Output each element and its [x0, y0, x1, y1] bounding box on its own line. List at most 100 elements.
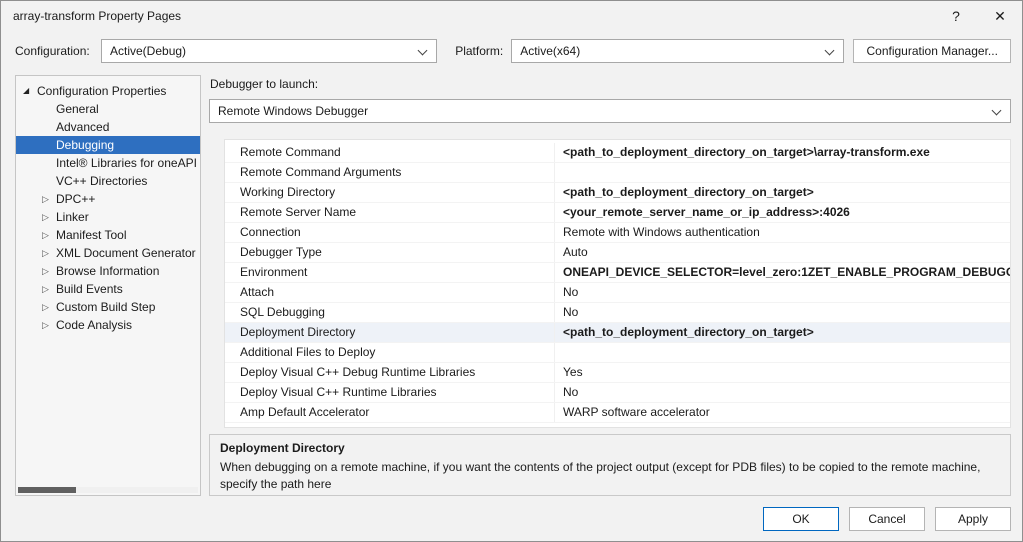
property-name: Additional Files to Deploy [225, 343, 555, 362]
platform-label: Platform: [455, 44, 511, 58]
property-value[interactable]: No [555, 383, 1010, 402]
description-title: Deployment Directory [220, 441, 1000, 455]
property-value[interactable] [555, 343, 1010, 362]
tree-item-label: VC++ Directories [56, 172, 147, 190]
debugger-select-value: Remote Windows Debugger [218, 104, 368, 118]
debugger-to-launch-label: Debugger to launch: [210, 77, 1011, 91]
property-row-deploy-visual-c-runtime-libraries[interactable]: Deploy Visual C++ Runtime Libraries No [225, 383, 1010, 403]
chevron-down-icon [825, 46, 835, 56]
property-name: Remote Server Name [225, 203, 555, 222]
help-button[interactable]: ? [934, 1, 978, 31]
tree-item-browse-information[interactable]: ▷ Browse Information [16, 262, 200, 280]
close-button[interactable]: ✕ [978, 1, 1022, 31]
property-value[interactable]: WARP software accelerator [555, 403, 1010, 422]
horizontal-scrollbar[interactable] [18, 487, 198, 493]
property-name: Environment [225, 263, 555, 282]
tree-collapsed-icon[interactable]: ▷ [42, 190, 56, 208]
property-row-sql-debugging[interactable]: SQL Debugging No [225, 303, 1010, 323]
tree-item-vc-directories[interactable]: ▷ VC++ Directories [16, 172, 200, 190]
tree-item-label: Code Analysis [56, 316, 132, 334]
property-value[interactable]: <path_to_deployment_directory_on_target> [555, 323, 1010, 342]
property-value[interactable]: Yes [555, 363, 1010, 382]
property-value[interactable]: <path_to_deployment_directory_on_target> [555, 183, 1010, 202]
property-value[interactable]: <path_to_deployment_directory_on_target>… [555, 143, 1010, 162]
tree-item-debugging[interactable]: ▷ Debugging [16, 136, 200, 154]
property-value[interactable]: No [555, 303, 1010, 322]
dialog-body: ◢ Configuration Properties ▷ General ▷ A… [1, 75, 1022, 496]
tree-collapsed-icon[interactable]: ▷ [42, 298, 56, 316]
property-name: Deploy Visual C++ Runtime Libraries [225, 383, 555, 402]
property-row-deploy-visual-c-debug-runtime-libraries[interactable]: Deploy Visual C++ Debug Runtime Librarie… [225, 363, 1010, 383]
tree-collapsed-icon[interactable]: ▷ [42, 208, 56, 226]
property-value[interactable]: <your_remote_server_name_or_ip_address>:… [555, 203, 1010, 222]
property-value[interactable]: ONEAPI_DEVICE_SELECTOR=level_zero:1ZET_E… [555, 263, 1010, 282]
platform-select[interactable]: Active(x64) [511, 39, 844, 63]
configuration-label: Configuration: [15, 44, 101, 58]
property-row-remote-server-name[interactable]: Remote Server Name <your_remote_server_n… [225, 203, 1010, 223]
configuration-select[interactable]: Active(Debug) [101, 39, 437, 63]
tree-collapsed-icon[interactable]: ▷ [42, 244, 56, 262]
ok-button[interactable]: OK [763, 507, 839, 531]
dialog-footer: OK Cancel Apply [1, 496, 1022, 531]
property-value[interactable]: Auto [555, 243, 1010, 262]
tree-item-label: Intel® Libraries for oneAPI [56, 154, 197, 172]
property-value[interactable] [555, 163, 1010, 182]
tree-item-dpc[interactable]: ▷ DPC++ [16, 190, 200, 208]
chevron-down-icon [992, 106, 1002, 116]
tree-item-manifest-tool[interactable]: ▷ Manifest Tool [16, 226, 200, 244]
tree-item-label: Advanced [56, 118, 109, 136]
tree-collapsed-icon[interactable]: ▷ [42, 316, 56, 334]
tree-item-label: Custom Build Step [56, 298, 155, 316]
configuration-select-value: Active(Debug) [110, 44, 186, 58]
tree-item-code-analysis[interactable]: ▷ Code Analysis [16, 316, 200, 334]
property-value[interactable]: Remote with Windows authentication [555, 223, 1010, 242]
tree-collapsed-icon[interactable]: ▷ [42, 226, 56, 244]
property-row-debugger-type[interactable]: Debugger Type Auto [225, 243, 1010, 263]
tree-item-advanced[interactable]: ▷ Advanced [16, 118, 200, 136]
tree-item-custom-build-step[interactable]: ▷ Custom Build Step [16, 298, 200, 316]
property-name: Working Directory [225, 183, 555, 202]
property-value[interactable]: No [555, 283, 1010, 302]
tree-item-label: Linker [56, 208, 89, 226]
cancel-button[interactable]: Cancel [849, 507, 925, 531]
configuration-manager-button[interactable]: Configuration Manager... [853, 39, 1011, 63]
tree-item-intel-libraries-for-oneapi[interactable]: ▷ Intel® Libraries for oneAPI [16, 154, 200, 172]
tree-collapsed-icon[interactable]: ▷ [42, 262, 56, 280]
tree-item-linker[interactable]: ▷ Linker [16, 208, 200, 226]
tree-item-label: Build Events [56, 280, 123, 298]
tree-item-label: Browse Information [56, 262, 159, 280]
property-row-remote-command[interactable]: Remote Command <path_to_deployment_direc… [225, 143, 1010, 163]
property-row-connection[interactable]: Connection Remote with Windows authentic… [225, 223, 1010, 243]
description-text: When debugging on a remote machine, if y… [220, 459, 1000, 493]
tree-item-label: General [56, 100, 99, 118]
debugger-select[interactable]: Remote Windows Debugger [209, 99, 1011, 123]
property-row-amp-default-accelerator[interactable]: Amp Default Accelerator WARP software ac… [225, 403, 1010, 423]
tree-expanded-icon[interactable]: ◢ [23, 82, 37, 100]
property-name: Connection [225, 223, 555, 242]
chevron-down-icon [418, 46, 428, 56]
property-name: Debugger Type [225, 243, 555, 262]
property-row-deployment-directory[interactable]: Deployment Directory <path_to_deployment… [225, 323, 1010, 343]
tree-item-label: DPC++ [56, 190, 95, 208]
property-row-additional-files-to-deploy[interactable]: Additional Files to Deploy [225, 343, 1010, 363]
property-row-environment[interactable]: Environment ONEAPI_DEVICE_SELECTOR=level… [225, 263, 1010, 283]
property-row-attach[interactable]: Attach No [225, 283, 1010, 303]
property-row-remote-command-arguments[interactable]: Remote Command Arguments [225, 163, 1010, 183]
property-name: Remote Command [225, 143, 555, 162]
tree-item-label: XML Document Generator [56, 244, 196, 262]
tree-collapsed-icon[interactable]: ▷ [42, 280, 56, 298]
tree-item-general[interactable]: ▷ General [16, 100, 200, 118]
scrollbar-thumb[interactable] [18, 487, 76, 493]
tree-items: ▷ General ▷ Advanced ▷ Debugging ▷ Intel… [16, 100, 200, 334]
window-title: array-transform Property Pages [13, 9, 181, 23]
tree-item-label: Configuration Properties [37, 82, 166, 100]
apply-button[interactable]: Apply [935, 507, 1011, 531]
tree-item-configuration-properties[interactable]: ◢ Configuration Properties [16, 82, 200, 100]
configuration-tree: ◢ Configuration Properties ▷ General ▷ A… [15, 75, 201, 496]
property-pages-dialog: array-transform Property Pages ? ✕ Confi… [0, 0, 1023, 542]
property-grid: Remote Command <path_to_deployment_direc… [224, 139, 1011, 428]
property-row-working-directory[interactable]: Working Directory <path_to_deployment_di… [225, 183, 1010, 203]
tree-item-xml-document-generator[interactable]: ▷ XML Document Generator [16, 244, 200, 262]
debugging-page: Debugger to launch: Remote Windows Debug… [209, 75, 1011, 496]
tree-item-build-events[interactable]: ▷ Build Events [16, 280, 200, 298]
